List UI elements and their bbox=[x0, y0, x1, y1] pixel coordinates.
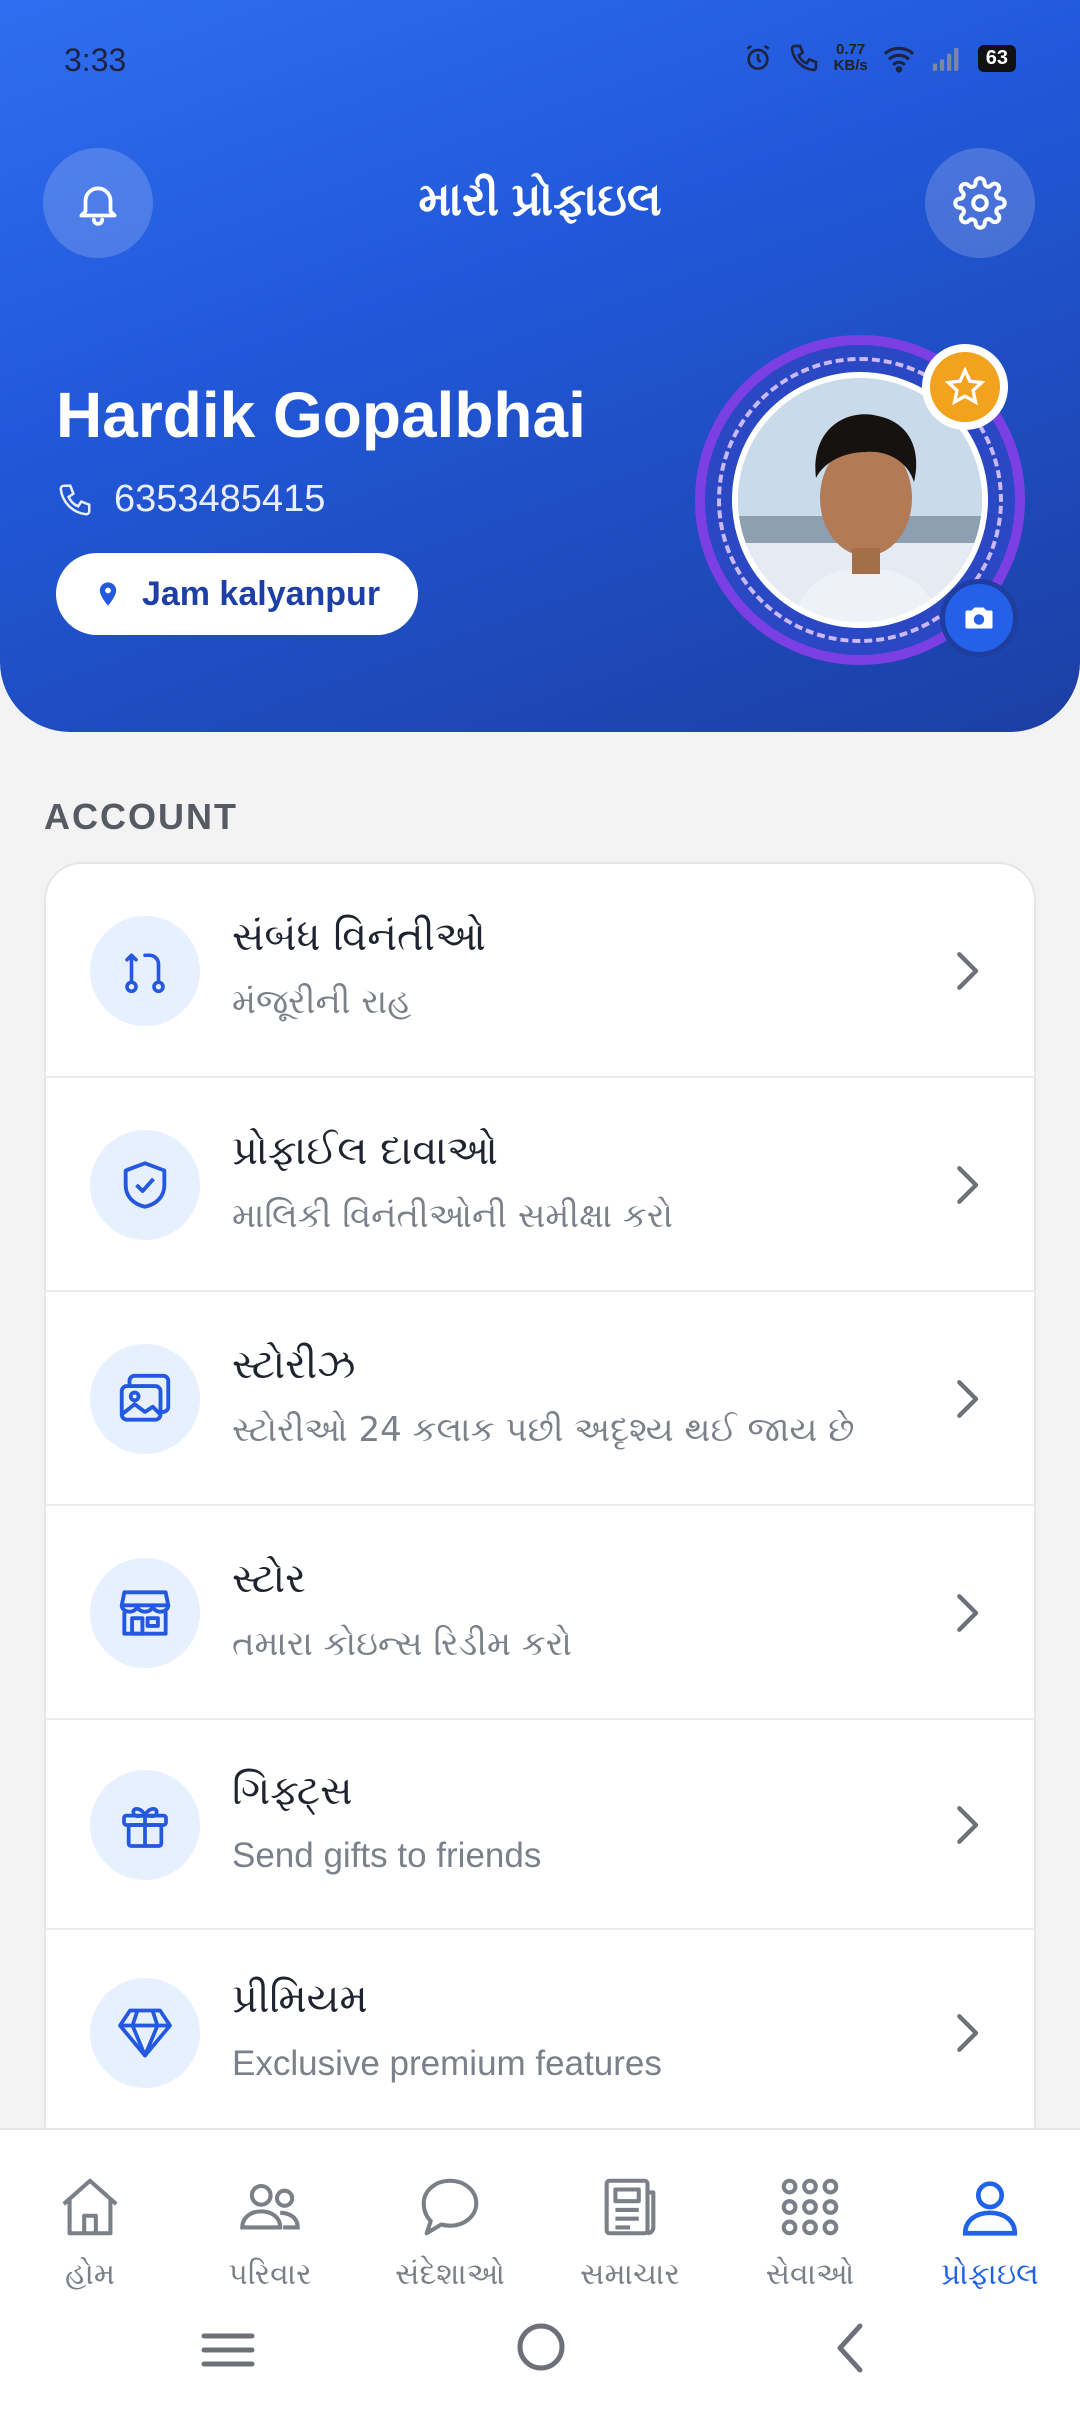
grid-icon bbox=[781, 2178, 839, 2236]
location-chip[interactable]: Jam kalyanpur bbox=[56, 553, 418, 635]
chat-icon bbox=[421, 2178, 479, 2236]
menu-item-subtitle: માલિકી વિનંતીઓની સમીક્ષા કરો bbox=[232, 1196, 673, 1236]
icon-circle bbox=[90, 1558, 200, 1668]
net-speed-unit: KB/s bbox=[833, 57, 868, 74]
status-time: 3:33 bbox=[64, 42, 127, 78]
profile-phone: 6353485415 bbox=[56, 478, 325, 521]
status-icons: 0.77 KB/s 63 bbox=[742, 42, 1016, 74]
nav-label: હોમ bbox=[64, 2257, 115, 2292]
diamond-icon bbox=[118, 2008, 172, 2058]
icon-circle bbox=[90, 1770, 200, 1880]
icon-circle bbox=[90, 1130, 200, 1240]
status-bar: 3:33 0.77 KB/s 63 bbox=[64, 42, 1016, 82]
menu-item-relation-requests[interactable]: સંબંધ વિનંતીઓ મંજૂરીની રાહ bbox=[46, 864, 1034, 1078]
nav-label: સેવાઓ bbox=[765, 2257, 855, 2292]
icon-circle bbox=[90, 1978, 200, 2088]
menu-item-title: પ્રીમિયમ bbox=[232, 1976, 368, 2022]
users-icon bbox=[240, 2183, 300, 2230]
images-icon bbox=[119, 1373, 171, 1422]
menu-item-title: સ્ટોર bbox=[232, 1556, 306, 1602]
nav-label: પ્રોફાઇલ bbox=[941, 2257, 1039, 2292]
home-circle-icon[interactable] bbox=[514, 2320, 568, 2374]
call-icon bbox=[790, 44, 817, 72]
chevron-right-icon bbox=[957, 1594, 979, 1632]
camera-icon bbox=[965, 607, 993, 629]
nav-messages[interactable]: સંદેશાઓ bbox=[360, 2172, 540, 2292]
star-badge bbox=[922, 344, 1008, 430]
shield-check-icon bbox=[123, 1161, 167, 1209]
nav-home[interactable]: હોમ bbox=[0, 2172, 180, 2292]
nav-services[interactable]: સેવાઓ bbox=[720, 2172, 900, 2292]
chevron-right-icon bbox=[957, 2014, 979, 2052]
user-icon bbox=[962, 2181, 1018, 2236]
chevron-right-icon bbox=[957, 952, 979, 990]
menu-item-subtitle: Send gifts to friends bbox=[232, 1836, 542, 1875]
star-icon bbox=[945, 367, 985, 406]
signal-icon bbox=[932, 48, 959, 71]
wifi-icon bbox=[883, 46, 914, 73]
menu-item-subtitle: મંજૂરીની રાહ bbox=[232, 982, 412, 1022]
icon-circle bbox=[90, 1344, 200, 1454]
menu-item-title: સંબંધ વિનંતીઓ bbox=[232, 914, 486, 960]
nav-label: સમાચાર bbox=[580, 2257, 680, 2292]
settings-button[interactable] bbox=[925, 148, 1035, 258]
gear-icon bbox=[953, 176, 1007, 230]
location-label: Jam kalyanpur bbox=[141, 574, 381, 613]
menu-item-subtitle: સ્ટોરીઓ 24 કલાક પછી અદૃશ્ય થઈ જાય છે bbox=[232, 1410, 855, 1450]
change-photo-button[interactable] bbox=[940, 579, 1018, 657]
menu-item-subtitle: તમારા કોઇન્સ રિડીમ કરો bbox=[232, 1624, 572, 1664]
menu-item-title: પ્રોફાઈલ દાવાઓ bbox=[232, 1128, 498, 1174]
avatar-container[interactable] bbox=[695, 335, 1025, 665]
nav-label: પરિવાર bbox=[228, 2257, 312, 2292]
store-icon bbox=[119, 1590, 171, 1636]
menu-item-gifts[interactable]: ગિફ્ટ્સ Send gifts to friends bbox=[46, 1720, 1034, 1930]
location-pin-icon bbox=[99, 582, 117, 606]
chevron-right-icon bbox=[957, 1166, 979, 1204]
menu-item-title: સ્ટોરીઝ bbox=[232, 1342, 356, 1388]
menu-item-subtitle: Exclusive premium features bbox=[232, 2044, 662, 2083]
profile-header: 3:33 0.77 KB/s 63 મારી પ્રોફાઇલ Hardik G… bbox=[0, 0, 1080, 732]
page-title: મારી પ્રોફાઇલ bbox=[418, 173, 662, 225]
home-icon bbox=[62, 2178, 118, 2236]
menu-item-title: ગિફ્ટ્સ bbox=[232, 1768, 353, 1814]
net-speed-value: 0.77 bbox=[836, 41, 866, 58]
nav-label: સંદેશાઓ bbox=[395, 2257, 505, 2292]
chevron-right-icon bbox=[957, 1806, 979, 1844]
account-menu-card: સંબંધ વિનંતીઓ મંજૂરીની રાહ પ્રોફાઈલ દાવા… bbox=[44, 862, 1036, 2162]
chevron-right-icon bbox=[957, 1380, 979, 1418]
back-icon[interactable] bbox=[828, 2320, 872, 2376]
icon-circle bbox=[90, 916, 200, 1026]
gift-icon bbox=[122, 1807, 168, 1848]
section-label-account: ACCOUNT bbox=[44, 796, 238, 837]
battery-level: 63 bbox=[977, 44, 1016, 72]
recent-apps-icon[interactable] bbox=[200, 2326, 256, 2376]
phone-icon bbox=[59, 483, 91, 516]
nav-news[interactable]: સમાચાર bbox=[540, 2172, 720, 2292]
net-speed: 0.77 KB/s bbox=[834, 42, 868, 74]
menu-item-store[interactable]: સ્ટોર તમારા કોઇન્સ રિડીમ કરો bbox=[46, 1506, 1034, 1720]
newspaper-icon bbox=[604, 2178, 656, 2236]
menu-item-profile-claims[interactable]: પ્રોફાઈલ દાવાઓ માલિકી વિનંતીઓની સમીક્ષા … bbox=[46, 1078, 1034, 1292]
route-icon bbox=[125, 953, 165, 994]
alarm-icon bbox=[746, 44, 769, 70]
phone-number: 6353485415 bbox=[114, 478, 326, 520]
nav-profile[interactable]: પ્રોફાઇલ bbox=[900, 2172, 1080, 2292]
menu-item-stories[interactable]: સ્ટોરીઝ સ્ટોરીઓ 24 કલાક પછી અદૃશ્ય થઈ જા… bbox=[46, 1292, 1034, 1506]
nav-family[interactable]: પરિવાર bbox=[180, 2172, 360, 2292]
profile-name: Hardik Gopalbhai bbox=[56, 379, 586, 451]
system-navigation-bar bbox=[0, 2300, 1080, 2408]
